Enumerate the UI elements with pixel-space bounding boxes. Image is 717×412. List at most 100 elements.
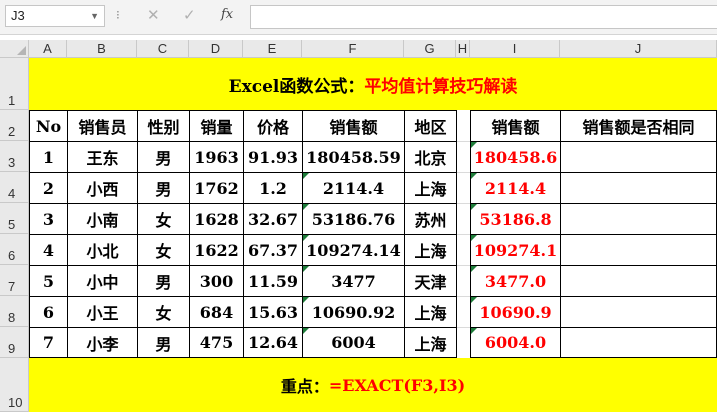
table-cell-sales-rounded[interactable]: 180458.6 xyxy=(470,141,561,173)
insert-function-icon[interactable]: fx xyxy=(221,7,233,22)
row-header-8[interactable]: 8 xyxy=(0,296,29,327)
table-cell-gender[interactable]: 女 xyxy=(137,234,190,266)
row-header-2[interactable]: 2 xyxy=(0,110,29,141)
table-cell-region[interactable]: 天津 xyxy=(404,265,457,297)
table-cell-quantity[interactable]: 1622 xyxy=(189,234,244,266)
table-cell-salesperson[interactable]: 小中 xyxy=(67,265,138,297)
table-cell-no[interactable]: 4 xyxy=(29,234,68,266)
table-cell-price[interactable]: 12.64 xyxy=(243,327,303,358)
header-sales-amount[interactable]: 销售额 xyxy=(302,110,405,142)
confirm-icon[interactable]: ✓ xyxy=(183,6,196,24)
select-all-corner[interactable] xyxy=(0,40,29,58)
row-header-6[interactable]: 6 xyxy=(0,234,29,265)
row-header-5[interactable]: 5 xyxy=(0,203,29,234)
table-cell-sales-amount[interactable]: 180458.59 xyxy=(302,141,405,173)
row-header-3[interactable]: 3 xyxy=(0,141,29,172)
table-cell-no[interactable]: 2 xyxy=(29,172,68,204)
table-cell-price[interactable]: 91.93 xyxy=(243,141,303,173)
header-region[interactable]: 地区 xyxy=(404,110,457,142)
table-cell-gender[interactable]: 女 xyxy=(137,296,190,328)
table-cell-region[interactable]: 苏州 xyxy=(404,203,457,235)
table-cell-quantity[interactable]: 475 xyxy=(189,327,244,358)
column-header-b[interactable]: B xyxy=(67,40,137,58)
table-cell-no[interactable]: 1 xyxy=(29,141,68,173)
footer-note-cell[interactable]: 重点： =EXACT(F3,I3) xyxy=(29,358,717,412)
row-header-7[interactable]: 7 xyxy=(0,265,29,296)
table-cell-no[interactable]: 6 xyxy=(29,296,68,328)
more-options-icon[interactable]: ⁝ xyxy=(116,8,120,22)
table-cell-quantity[interactable]: 684 xyxy=(189,296,244,328)
row-header-10[interactable]: 10 xyxy=(0,358,29,412)
header-sales-amount-rounded[interactable]: 销售额 xyxy=(470,110,561,142)
table-cell-region[interactable]: 上海 xyxy=(404,234,457,266)
title-cell[interactable]: Excel函数公式： 平均值计算技巧解读 xyxy=(29,58,717,110)
header-same-sales-amount[interactable]: 销售额是否相同 xyxy=(560,110,717,142)
cancel-icon[interactable]: ✕ xyxy=(147,6,160,24)
table-cell-sales-amount[interactable]: 109274.14 xyxy=(302,234,405,266)
table-cell-sales-rounded[interactable]: 2114.4 xyxy=(470,172,561,204)
header-price[interactable]: 价格 xyxy=(243,110,303,142)
table-cell-price[interactable]: 67.37 xyxy=(243,234,303,266)
table-cell-price[interactable]: 15.63 xyxy=(243,296,303,328)
formula-input[interactable] xyxy=(250,5,717,29)
table-cell-sales-amount[interactable]: 53186.76 xyxy=(302,203,405,235)
table-cell-no[interactable]: 7 xyxy=(29,327,68,358)
header-gender[interactable]: 性别 xyxy=(137,110,190,142)
column-header-i[interactable]: I xyxy=(470,40,560,58)
chevron-down-icon[interactable]: ▼ xyxy=(90,6,99,26)
table-cell-salesperson[interactable]: 小李 xyxy=(67,327,138,358)
table-cell-price[interactable]: 11.59 xyxy=(243,265,303,297)
row-header-1[interactable]: 1 xyxy=(0,58,29,110)
table-cell-sales-rounded[interactable]: 109274.1 xyxy=(470,234,561,266)
table-cell-sales-rounded[interactable]: 53186.8 xyxy=(470,203,561,235)
table-cell-salesperson[interactable]: 王东 xyxy=(67,141,138,173)
table-cell-salesperson[interactable]: 小北 xyxy=(67,234,138,266)
table-cell-same-check[interactable] xyxy=(560,141,717,173)
table-cell-same-check[interactable] xyxy=(560,327,717,358)
header-salesperson[interactable]: 销售员 xyxy=(67,110,138,142)
table-cell-salesperson[interactable]: 小西 xyxy=(67,172,138,204)
table-cell-same-check[interactable] xyxy=(560,265,717,297)
table-cell-region[interactable]: 上海 xyxy=(404,327,457,358)
table-cell-region[interactable]: 上海 xyxy=(404,296,457,328)
table-cell-gender[interactable]: 男 xyxy=(137,172,190,204)
row-header-9[interactable]: 9 xyxy=(0,327,29,358)
table-cell-region[interactable]: 上海 xyxy=(404,172,457,204)
table-cell-price[interactable]: 1.2 xyxy=(243,172,303,204)
table-cell-sales-rounded[interactable]: 10690.9 xyxy=(470,296,561,328)
table-cell-sales-amount[interactable]: 10690.92 xyxy=(302,296,405,328)
table-cell-quantity[interactable]: 300 xyxy=(189,265,244,297)
table-cell-same-check[interactable] xyxy=(560,234,717,266)
table-cell-sales-amount[interactable]: 6004 xyxy=(302,327,405,358)
table-cell-same-check[interactable] xyxy=(560,296,717,328)
table-cell-gender[interactable]: 男 xyxy=(137,265,190,297)
name-box[interactable]: J3 ▼ xyxy=(5,5,105,27)
row-header-4[interactable]: 4 xyxy=(0,172,29,203)
table-cell-salesperson[interactable]: 小南 xyxy=(67,203,138,235)
table-cell-quantity[interactable]: 1628 xyxy=(189,203,244,235)
table-cell-no[interactable]: 5 xyxy=(29,265,68,297)
table-cell-gender[interactable]: 男 xyxy=(137,327,190,358)
table-cell-sales-amount[interactable]: 3477 xyxy=(302,265,405,297)
header-no[interactable]: No xyxy=(29,110,68,142)
column-header-c[interactable]: C xyxy=(137,40,189,58)
table-cell-gender[interactable]: 男 xyxy=(137,141,190,173)
column-header-a[interactable]: A xyxy=(29,40,67,58)
table-cell-quantity[interactable]: 1963 xyxy=(189,141,244,173)
table-cell-gender[interactable]: 女 xyxy=(137,203,190,235)
table-cell-same-check[interactable] xyxy=(560,172,717,204)
table-cell-sales-rounded[interactable]: 6004.0 xyxy=(470,327,561,358)
table-cell-sales-rounded[interactable]: 3477.0 xyxy=(470,265,561,297)
table-cell-price[interactable]: 32.67 xyxy=(243,203,303,235)
column-header-e[interactable]: E xyxy=(243,40,302,58)
column-header-f[interactable]: F xyxy=(302,40,404,58)
column-header-j[interactable]: J xyxy=(560,40,717,58)
table-cell-salesperson[interactable]: 小王 xyxy=(67,296,138,328)
table-cell-quantity[interactable]: 1762 xyxy=(189,172,244,204)
column-header-g[interactable]: G xyxy=(404,40,456,58)
table-cell-same-check[interactable] xyxy=(560,203,717,235)
column-header-h[interactable]: H xyxy=(456,40,470,58)
table-cell-region[interactable]: 北京 xyxy=(404,141,457,173)
header-quantity[interactable]: 销量 xyxy=(189,110,244,142)
table-cell-no[interactable]: 3 xyxy=(29,203,68,235)
